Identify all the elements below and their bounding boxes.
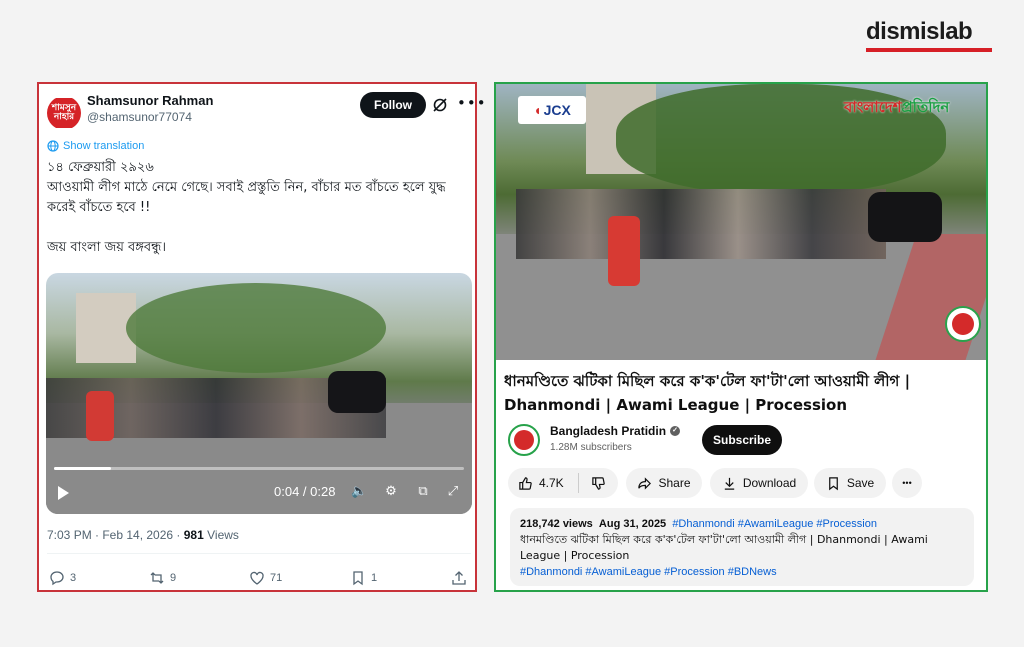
- description-hashtags-bottom[interactable]: #Dhanmondi #AwamiLeague #Procession #BDN…: [520, 564, 964, 580]
- avatar-logo: শামসুন নাহার: [47, 98, 81, 128]
- tweet-text: ১৪ ফেব্রুয়ারী ২৯২৬ আওয়ামী লীগ মাঠে নেম…: [47, 160, 446, 255]
- youtube-video-thumbnail[interactable]: ◖ JCX বাংলাদেশপ্রতিদিন: [496, 84, 986, 360]
- views-count: 981: [183, 528, 204, 542]
- user-avatar[interactable]: শামসুন নাহার: [47, 96, 81, 130]
- fullscreen-icon[interactable]: ⤢: [445, 484, 461, 500]
- stamp-center: [952, 313, 974, 335]
- more-options-icon[interactable]: •••: [457, 94, 487, 112]
- bp-watermark-red: বাংলাদেশ: [844, 98, 902, 116]
- divider: [47, 553, 471, 554]
- reply-button[interactable]: 3: [49, 570, 76, 586]
- brand-name: dismislab: [866, 18, 973, 45]
- subscribe-button[interactable]: Subscribe: [702, 425, 782, 455]
- video-progress-bar[interactable]: [54, 467, 464, 470]
- user-handle[interactable]: @shamsunor77074: [87, 110, 192, 124]
- description-meta: 218,742 views Aug 31, 2025 #Dhanmondi #A…: [520, 516, 964, 532]
- bp-watermark-green: প্রতিদিন: [901, 98, 950, 116]
- tweet-card: শামসুন নাহার Shamsunor Rahman @shamsunor…: [37, 82, 486, 592]
- globe-icon: [47, 140, 59, 152]
- like-button[interactable]: 71: [249, 570, 282, 586]
- video-progress-fill: [54, 467, 112, 470]
- tweet-video[interactable]: 0:04 / 0:28 🔈 ⚙ ⧉ ⤢: [46, 273, 472, 514]
- description-views: 218,742 views: [520, 518, 593, 530]
- description-body: ধানমণ্ডিতে ঝটিকা মিছিল করে ক'ক'টেল ফা'টা…: [520, 533, 928, 562]
- share-arrow-icon: [638, 476, 652, 490]
- video-description[interactable]: 218,742 views Aug 31, 2025 #Dhanmondi #A…: [510, 508, 974, 586]
- thumb-crowd: [516, 189, 886, 259]
- share-button[interactable]: [451, 570, 467, 586]
- description-hashtags-top[interactable]: #Dhanmondi #AwamiLeague #Procession: [672, 518, 877, 530]
- share-label: Share: [658, 476, 691, 490]
- video-title: ধানমণ্ডিতে ঝটিকা মিছিল করে ক'ক'টেল ফা'টা…: [504, 372, 911, 414]
- bookmark-button[interactable]: 1: [350, 570, 377, 586]
- description-date: Aug 31, 2025: [598, 518, 667, 530]
- download-label: Download: [742, 476, 797, 490]
- download-icon: [724, 477, 734, 490]
- jcx-text: JCX: [543, 102, 571, 118]
- bangladesh-pratidin-watermark: বাংলাদেশপ্রতিদিন: [844, 96, 949, 121]
- settings-icon[interactable]: ⚙: [383, 484, 399, 500]
- jcx-mark: ◖: [533, 102, 542, 118]
- video-car: [328, 371, 386, 413]
- popout-icon[interactable]: ⧉: [415, 484, 431, 500]
- share-icon: [452, 571, 466, 585]
- bookmark-count: 1: [371, 572, 378, 584]
- thumbs-up-icon[interactable]: [518, 476, 533, 491]
- repost-count: 9: [170, 572, 177, 584]
- brand-underline: [866, 48, 992, 52]
- dismislab-logo: dismislab: [866, 18, 992, 52]
- video-time: 0:04 / 0:28: [274, 484, 336, 499]
- channel-name: Bangladesh Pratidin: [550, 424, 667, 438]
- show-translation-label: Show translation: [63, 140, 145, 152]
- like-dislike-group: 4.7K: [508, 468, 618, 498]
- heart-icon: [250, 571, 264, 585]
- save-label: Save: [846, 476, 875, 490]
- show-translation-link[interactable]: Show translation: [47, 140, 144, 152]
- video-red-shirt-person: [86, 391, 114, 441]
- tweet-timestamp[interactable]: 7:03 PM · Feb 14, 2026 ·: [47, 528, 184, 542]
- volume-icon[interactable]: 🔈: [351, 484, 367, 500]
- channel-avatar-center: [514, 430, 534, 450]
- save-button[interactable]: Save: [814, 468, 886, 498]
- grok-icon[interactable]: [431, 96, 449, 114]
- channel-avatar[interactable]: [508, 424, 540, 456]
- channel-stamp-logo: [945, 306, 981, 342]
- user-name[interactable]: Shamsunor Rahman: [87, 93, 213, 108]
- like-count[interactable]: 4.7K: [539, 476, 564, 490]
- repost-icon: [150, 572, 164, 584]
- thumb-car: [868, 192, 942, 242]
- subscriber-count: 1.28M subscribers: [550, 442, 632, 453]
- thumb-red-shirt-person: [608, 216, 640, 286]
- thumbs-down-icon[interactable]: [591, 476, 606, 491]
- views-label: Views: [203, 528, 239, 542]
- more-actions-button[interactable]: •••: [892, 468, 922, 498]
- channel-name-row[interactable]: Bangladesh Pratidin ✓: [550, 424, 681, 438]
- follow-button[interactable]: Follow: [360, 92, 426, 118]
- youtube-card: ◖ JCX বাংলাদেশপ্রতিদিন ধানমণ্ডিতে ঝটিকা ম…: [494, 82, 988, 592]
- tweet-meta: 7:03 PM · Feb 14, 2026 · 981 Views: [47, 528, 239, 542]
- share-button[interactable]: Share: [626, 468, 702, 498]
- save-icon: [828, 476, 838, 490]
- jcx-watermark: ◖ JCX: [518, 96, 586, 124]
- repost-button[interactable]: 9: [149, 570, 176, 586]
- like-divider: [577, 473, 579, 493]
- play-icon[interactable]: [58, 486, 69, 500]
- download-button[interactable]: Download: [710, 468, 808, 498]
- video-trees: [126, 283, 386, 373]
- bookmark-icon: [353, 571, 363, 586]
- verified-icon: ✓: [670, 426, 681, 436]
- like-count: 71: [270, 572, 283, 584]
- reply-icon: [50, 571, 64, 586]
- reply-count: 3: [70, 572, 77, 584]
